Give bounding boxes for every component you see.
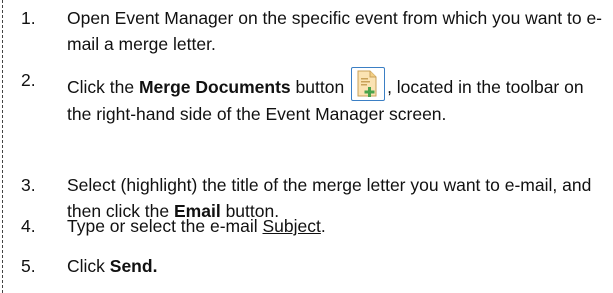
step-text: Type or select the e-mail Subject. (67, 213, 607, 239)
merge-documents-label: Merge Documents (138, 77, 291, 97)
step-number: 2. (21, 70, 36, 90)
step-text: Click Send. (67, 253, 607, 279)
step-5-text-before: Click (67, 256, 110, 276)
step-4-text-after: . (320, 216, 326, 236)
step-number: 4. (21, 216, 36, 236)
step-number: 5. (21, 256, 36, 276)
step-number: 3. (21, 175, 36, 195)
step-number: 1. (21, 8, 36, 28)
step-1-text: Open Event Manager on the specific event… (67, 8, 603, 54)
step-2-text-before: Click the (67, 77, 139, 97)
step-4-text-before: Type or select the e-mail (67, 216, 263, 236)
left-border-rule (2, 0, 3, 293)
subject-field-label: Subject (262, 216, 321, 236)
step-text: Open Event Manager on the specific event… (67, 5, 607, 57)
merge-documents-icon (351, 67, 386, 101)
step-2-text-after-bold: button (290, 77, 350, 97)
send-button-label: Send. (109, 256, 158, 276)
step-text: Click the Merge Documents button , locat… (67, 67, 607, 127)
